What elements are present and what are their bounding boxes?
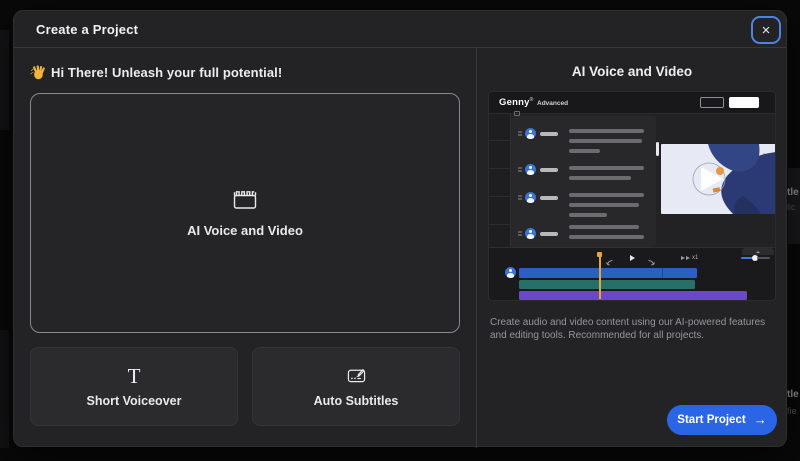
- close-button[interactable]: ×: [751, 16, 781, 44]
- preview-outline-button: [700, 97, 724, 108]
- background-text-fragment: tle: [787, 187, 799, 198]
- ai-voice-and-video-card[interactable]: AI Voice and Video: [30, 93, 460, 333]
- close-icon: ×: [761, 21, 771, 39]
- background-text-fragment: tle: [787, 389, 799, 400]
- auto-subtitles-card[interactable]: Auto Subtitles: [252, 347, 460, 426]
- registered-mark: ®: [529, 97, 534, 103]
- screen: tle lic tle fie Create a Project × Hi Th…: [0, 0, 800, 461]
- play-icon: [630, 254, 635, 261]
- timeline-collapse-tab: [742, 248, 774, 255]
- background-panel-fragment: [0, 330, 9, 448]
- speaker-name-bar: [540, 196, 558, 200]
- subtitles-edit-icon: [347, 366, 366, 386]
- preview-topbar: Genny® Advanced: [489, 92, 775, 114]
- timeline-track-music: [519, 291, 747, 300]
- arrow-right-icon: →: [753, 412, 767, 427]
- timeline-track-audio: [519, 280, 695, 289]
- greeting: Hi There! Unleash your full potential!: [30, 65, 282, 80]
- text-line-bar: [569, 235, 644, 239]
- start-project-button[interactable]: Start Project →: [667, 405, 777, 435]
- text-line-bar: [569, 139, 642, 143]
- volume-slider: [741, 255, 770, 261]
- divider: [489, 168, 510, 169]
- genny-logo: Genny®: [499, 97, 534, 108]
- advanced-mode-label: Advanced: [537, 100, 569, 107]
- divider: [489, 224, 510, 225]
- video-preview: [661, 144, 775, 214]
- preview-track-column: [489, 114, 511, 247]
- modal-title: Create a Project: [36, 22, 139, 37]
- divider: [489, 196, 510, 197]
- text-line-bar: [569, 176, 631, 180]
- wave-hand-icon: [30, 65, 45, 80]
- secondary-card-label: Short Voiceover: [86, 393, 182, 408]
- track-segment-divider: [662, 268, 663, 278]
- background-text-fragment: lic: [787, 202, 796, 212]
- timeline-track-voice: [519, 268, 697, 278]
- speaker-name-bar: [540, 132, 558, 136]
- modal-header: Create a Project ×: [14, 11, 786, 48]
- text-t-icon: T: [127, 363, 141, 388]
- timeline-avatar: [505, 267, 516, 278]
- text-line-bar: [569, 129, 644, 133]
- text-line-bar: [569, 166, 644, 170]
- text-line-bar: [569, 193, 644, 197]
- speaker-name-bar: [540, 232, 558, 236]
- speaker-avatar: [525, 228, 536, 239]
- primary-card-label: AI Voice and Video: [187, 222, 303, 238]
- speed-label: x1: [692, 255, 699, 261]
- preview-solid-button: [729, 97, 759, 108]
- speaker-avatar: [525, 192, 536, 203]
- panel-divider: [476, 48, 477, 448]
- text-line-bar: [569, 149, 600, 153]
- fast-forward-icon: [681, 256, 685, 260]
- project-description: Create audio and video content using our…: [490, 317, 766, 341]
- script-row: [518, 195, 522, 201]
- right-panel-heading: AI Voice and Video: [571, 64, 693, 79]
- greeting-text: Hi There! Unleash your full potential!: [51, 65, 283, 80]
- short-voiceover-card[interactable]: T Short Voiceover: [30, 347, 238, 426]
- start-project-label: Start Project: [677, 414, 746, 426]
- background-panel-fragment: [0, 30, 9, 130]
- app-preview-image: Genny® Advanced x1: [488, 91, 776, 301]
- clapperboard-icon: [233, 189, 257, 210]
- text-line-bar: [569, 225, 639, 229]
- fast-forward-icon: [686, 256, 690, 260]
- secondary-card-label: Auto Subtitles: [313, 393, 399, 408]
- script-row: [518, 131, 522, 137]
- text-line-bar: [569, 213, 607, 217]
- script-row: [518, 231, 522, 237]
- speaker-avatar: [525, 164, 536, 175]
- scrollbar-thumb: [656, 142, 659, 156]
- background-text-fragment: fie: [787, 406, 797, 416]
- playback-speed-control: x1: [681, 255, 698, 261]
- divider: [489, 140, 510, 141]
- create-project-modal: Create a Project × Hi There! Unleash you…: [13, 10, 787, 448]
- text-line-bar: [569, 203, 639, 207]
- speaker-avatar: [525, 128, 536, 139]
- script-row: [518, 167, 522, 173]
- panel-icon: [514, 111, 520, 116]
- playhead-line: [599, 252, 601, 299]
- speaker-name-bar: [540, 168, 558, 172]
